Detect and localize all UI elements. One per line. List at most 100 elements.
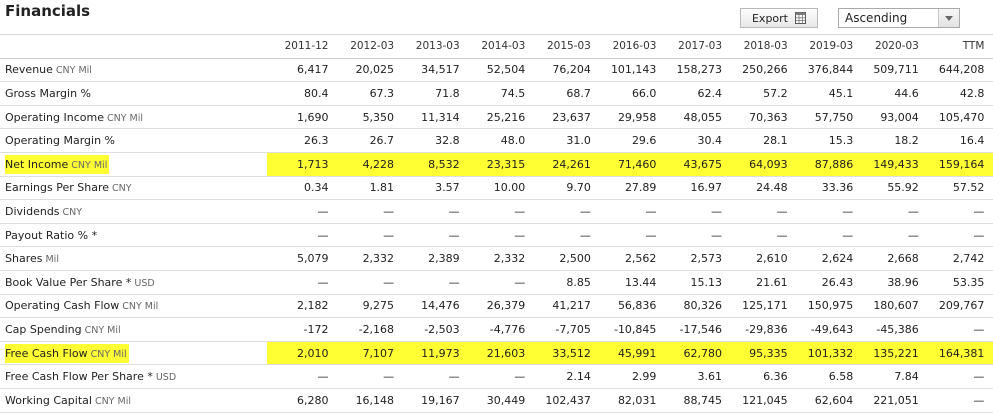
row-unit: CNY Mil bbox=[94, 395, 131, 407]
row-label-group: Operating Margin % bbox=[5, 134, 115, 147]
value-cell: 10.00 bbox=[463, 176, 530, 201]
value-cell: — bbox=[791, 223, 858, 248]
value-cell: 62.4 bbox=[660, 81, 727, 106]
value-cell: 76,204 bbox=[529, 58, 595, 83]
row-label: Net Income bbox=[5, 157, 69, 171]
value-cell: 644,208 bbox=[922, 58, 989, 83]
row-unit: CNY Mil bbox=[106, 112, 144, 124]
value-cell: 62,604 bbox=[791, 388, 858, 413]
value-cell: 221,051 bbox=[857, 388, 923, 413]
value-cell: 52,504 bbox=[463, 58, 530, 83]
value-cell: 21.61 bbox=[726, 270, 792, 295]
value-cell: 82,031 bbox=[594, 388, 661, 413]
value-cell: 87,886 bbox=[791, 152, 858, 177]
value-cell: 68.7 bbox=[529, 81, 595, 106]
value-cell: 164,381 bbox=[922, 341, 989, 366]
value-cell: — bbox=[922, 199, 989, 224]
value-cell: 45,991 bbox=[594, 341, 661, 366]
value-cell: — bbox=[332, 223, 399, 248]
value-cell: — bbox=[398, 364, 464, 389]
value-cell: 5,350 bbox=[332, 105, 399, 130]
value-cell: — bbox=[266, 270, 333, 295]
value-cell: 74.5 bbox=[463, 81, 530, 106]
value-cell: — bbox=[857, 223, 923, 248]
column-header: 2017-03 bbox=[660, 34, 727, 59]
chevron-down-icon[interactable] bbox=[938, 9, 959, 27]
value-cell: — bbox=[594, 223, 661, 248]
row-label: Payout Ratio % * bbox=[5, 228, 98, 242]
row-spacer bbox=[988, 388, 993, 413]
export-button[interactable]: Export bbox=[740, 8, 818, 28]
row-spacer bbox=[988, 105, 993, 130]
value-cell: 7.84 bbox=[857, 364, 923, 389]
value-cell: 44.6 bbox=[857, 81, 923, 106]
row-unit: CNY Mil bbox=[84, 324, 121, 336]
value-cell: — bbox=[791, 199, 858, 224]
table-row: Book Value Per Share * USD — — — —8.85 13.44 15… bbox=[0, 270, 993, 295]
column-header: 2013-03 bbox=[398, 34, 464, 59]
value-cell: — bbox=[463, 270, 530, 295]
value-cell: 125,171 bbox=[726, 294, 792, 319]
row-spacer bbox=[988, 246, 993, 271]
value-cell: 80,326 bbox=[660, 294, 727, 319]
row-label: Cap Spending bbox=[5, 322, 82, 336]
row-label-cell: Operating Income CNY Mil bbox=[0, 105, 267, 130]
value-cell: 20,025 bbox=[332, 58, 399, 83]
row-spacer bbox=[988, 58, 993, 83]
value-cell: 2,742 bbox=[922, 246, 989, 271]
table-row: Revenue CNY Mil 6,417 20,025 34,517 52,504 76,… bbox=[0, 58, 993, 83]
value-cell: — bbox=[922, 317, 989, 342]
value-cell: 31.0 bbox=[529, 128, 595, 153]
column-header: 2020-03 bbox=[857, 34, 923, 59]
value-cell: 2,668 bbox=[857, 246, 923, 271]
sort-order-select[interactable]: Ascending bbox=[838, 8, 960, 28]
financials-table: 2011-12 2012-03 2013-03 2014-03 2015-03 2016-… bbox=[0, 34, 993, 413]
value-cell: 80.4 bbox=[266, 81, 333, 106]
row-label: Book Value Per Share * bbox=[5, 275, 132, 289]
value-cell: 33,512 bbox=[529, 341, 595, 366]
row-unit: USD bbox=[155, 372, 177, 384]
column-header: 2014-03 bbox=[463, 34, 530, 59]
table-row: Shares Mil 5,079 2,332 2,389 2,332 2,500 2,562 2… bbox=[0, 246, 993, 271]
value-cell: 57,750 bbox=[791, 105, 858, 130]
value-cell: 29.6 bbox=[594, 128, 661, 153]
row-label-cell: Net Income CNY Mil bbox=[0, 152, 267, 177]
value-cell: 15.3 bbox=[791, 128, 858, 153]
value-cell: 149,433 bbox=[857, 152, 923, 177]
table-row: Net Income CNY Mil 1,713 4,228 8,532 23,315 24… bbox=[0, 152, 993, 177]
value-cell: 135,221 bbox=[857, 341, 923, 366]
value-cell: -10,845 bbox=[594, 317, 661, 342]
value-cell: 71,460 bbox=[594, 152, 661, 177]
value-cell: — bbox=[332, 199, 399, 224]
value-cell: 56,836 bbox=[594, 294, 661, 319]
value-cell: 2,010 bbox=[266, 341, 333, 366]
value-cell: 14,476 bbox=[398, 294, 464, 319]
value-cell: -2,503 bbox=[398, 317, 464, 342]
value-cell: 32.8 bbox=[398, 128, 464, 153]
value-cell: 71.8 bbox=[398, 81, 464, 106]
value-cell: 30,449 bbox=[463, 388, 530, 413]
row-unit: CNY bbox=[62, 206, 83, 218]
row-label-group: Cap Spending CNY Mil bbox=[5, 323, 121, 336]
row-spacer bbox=[988, 317, 993, 342]
row-label-group: Book Value Per Share * USD bbox=[5, 276, 155, 289]
value-cell: — bbox=[266, 199, 333, 224]
row-unit: CNY bbox=[112, 183, 132, 195]
row-label: Shares bbox=[5, 252, 43, 266]
value-cell: 16.97 bbox=[660, 176, 727, 201]
table-row: Payout Ratio % * — — — — — — — — — — — bbox=[0, 223, 993, 248]
value-cell: 159,164 bbox=[922, 152, 989, 177]
row-label-cell: Revenue CNY Mil bbox=[0, 58, 267, 83]
column-header: 2011-12 bbox=[266, 34, 333, 59]
row-spacer bbox=[988, 81, 993, 106]
column-header: TTM bbox=[922, 34, 989, 59]
value-cell: 209,767 bbox=[922, 294, 989, 319]
value-cell: 180,607 bbox=[857, 294, 923, 319]
value-cell: 13.44 bbox=[594, 270, 661, 295]
value-cell: 27.89 bbox=[594, 176, 661, 201]
row-label-group: Net Income CNY Mil bbox=[5, 154, 110, 174]
value-cell: 5,079 bbox=[266, 246, 333, 271]
value-cell: 0.34 bbox=[266, 176, 333, 201]
value-cell: 1.81 bbox=[332, 176, 399, 201]
value-cell: 6,280 bbox=[266, 388, 333, 413]
